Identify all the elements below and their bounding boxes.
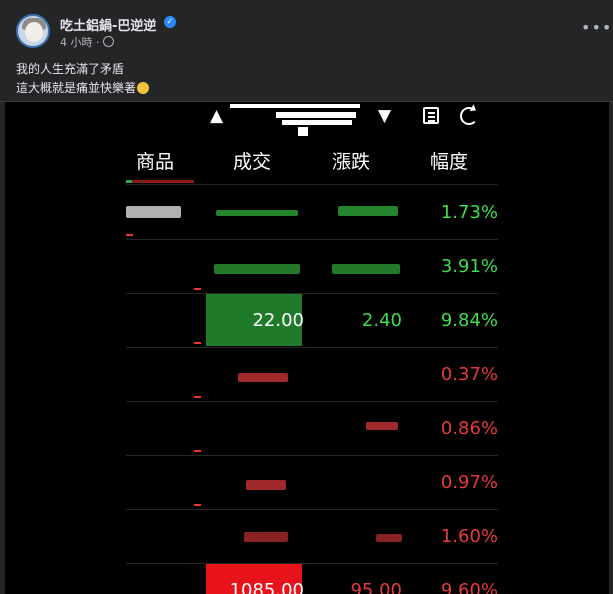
- table-row: 1.60%: [126, 510, 498, 564]
- redaction-blur: [214, 264, 300, 274]
- row-marker: [194, 450, 201, 452]
- redaction-scribble: [276, 112, 356, 118]
- redaction-blur: [332, 264, 400, 274]
- row-percent: 0.86%: [440, 418, 498, 439]
- row-change: 2.40: [361, 310, 402, 331]
- redaction-scribble: [298, 127, 308, 136]
- row-percent: 3.91%: [440, 256, 498, 277]
- row-percent: 9.60%: [440, 580, 498, 594]
- caption-line-2: 這大概就是痛並快樂著: [16, 81, 137, 95]
- redaction-scribble: [230, 104, 360, 108]
- down-arrow-icon: ▼: [378, 106, 392, 126]
- table-row: 0.86%: [126, 402, 498, 456]
- refresh-icon: [460, 107, 478, 125]
- column-header-percent: 幅度: [430, 151, 469, 173]
- row-price: 1085.00: [229, 580, 304, 594]
- table-row: 22.00 2.40 9.84%: [126, 294, 498, 348]
- post-header: 吃土鋁鍋-巴逆逆 ✓ 4 小時 · •••: [0, 0, 613, 56]
- redaction-blur: [246, 480, 286, 490]
- row-percent: 1.73%: [440, 202, 498, 223]
- table-row: 0.37%: [126, 348, 498, 402]
- redaction-blur: [238, 373, 288, 382]
- redaction-blur: [338, 206, 398, 216]
- crying-emoji-icon: [137, 82, 150, 94]
- caption-line-1: 我的人生充滿了矛盾: [16, 62, 125, 76]
- row-percent: 0.97%: [440, 472, 498, 493]
- avatar[interactable]: [16, 14, 50, 48]
- row-price: 22.00: [252, 310, 304, 331]
- row-percent: 0.37%: [440, 364, 498, 385]
- quote-topbar: ▲ ▼: [126, 102, 498, 136]
- table-row: 1085.00 95.00 9.60%: [126, 564, 498, 594]
- list-icon: [423, 107, 439, 124]
- post-caption: 我的人生充滿了矛盾 這大概就是痛並快樂著: [16, 60, 150, 98]
- author-name[interactable]: 吃土鋁鍋-巴逆逆: [60, 15, 156, 34]
- globe-icon: [103, 36, 114, 47]
- redaction-blur: [366, 422, 398, 430]
- table-row: 3.91%: [126, 240, 498, 294]
- redaction-scribble: [282, 120, 352, 125]
- verified-icon: ✓: [164, 16, 176, 28]
- row-percent: 9.84%: [440, 310, 498, 331]
- row-marker: [194, 288, 201, 290]
- redaction-blur: [126, 206, 181, 218]
- quote-header-row: 商品 成交 漲跌 幅度: [126, 140, 498, 185]
- column-header-product: 商品: [136, 151, 175, 173]
- table-row: 1.73%: [126, 186, 498, 240]
- column-header-change: 漲跌: [332, 151, 371, 173]
- redaction-blur: [376, 534, 402, 542]
- tab-underline: [126, 180, 194, 183]
- row-marker: [194, 504, 201, 506]
- row-percent: 1.60%: [440, 526, 498, 547]
- post-timestamp[interactable]: 4 小時 ·: [60, 34, 100, 50]
- up-arrow-icon: ▲: [210, 106, 224, 126]
- table-row: 0.97%: [126, 456, 498, 510]
- row-marker: [194, 396, 201, 398]
- more-options-icon[interactable]: •••: [581, 18, 612, 37]
- redaction-blur: [244, 532, 288, 542]
- redaction-blur: [216, 210, 298, 216]
- post-photo[interactable]: ▲ ▼ 商品 成交 漲跌 幅度 1.73% 3.91% 22.00 2.40 9…: [5, 102, 609, 594]
- stock-quote-screenshot: ▲ ▼ 商品 成交 漲跌 幅度 1.73% 3.91% 22.00 2.40 9…: [126, 102, 498, 594]
- row-marker: [126, 234, 133, 236]
- column-header-trade: 成交: [233, 151, 272, 173]
- row-change: 95.00: [350, 580, 402, 594]
- row-marker: [194, 342, 201, 344]
